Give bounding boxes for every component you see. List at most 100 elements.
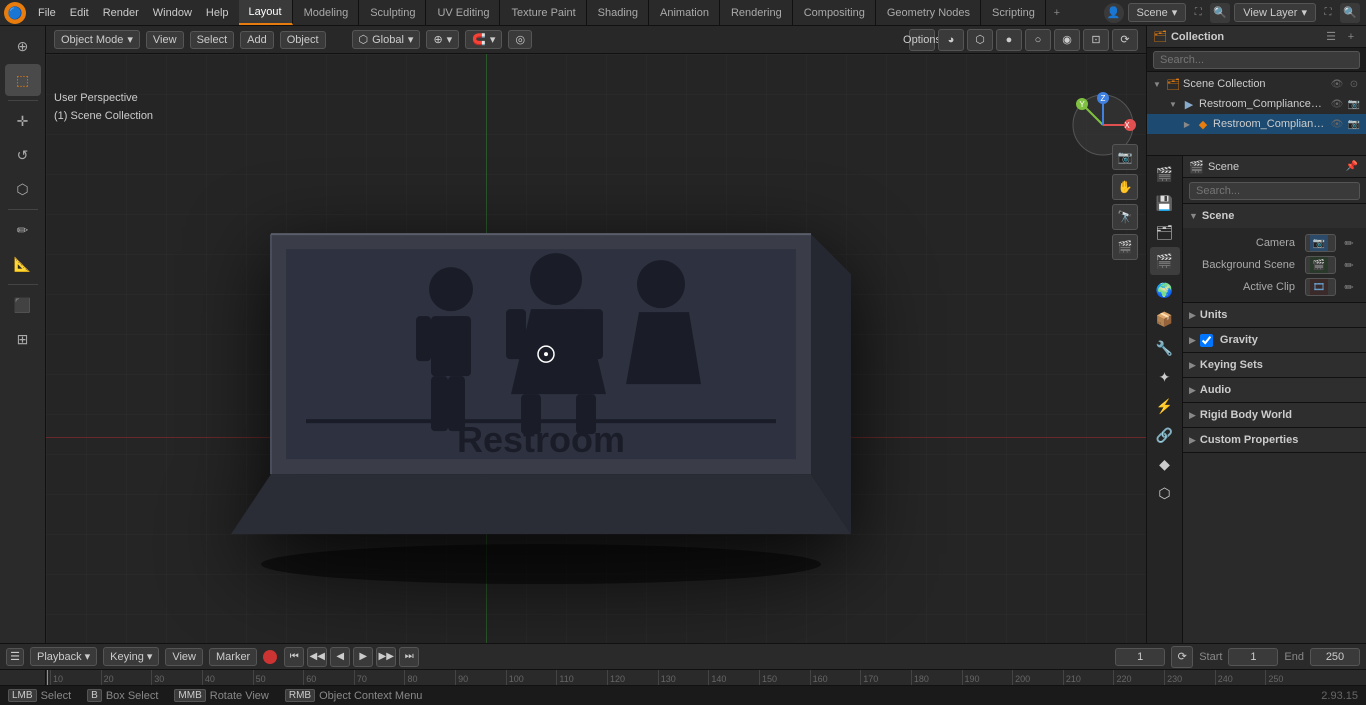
outliner-search-input[interactable] [1153, 51, 1360, 69]
menu-file[interactable]: File [32, 5, 62, 21]
tab-compositing[interactable]: Compositing [794, 0, 876, 25]
scene-collection-select[interactable]: ⊙ [1346, 76, 1362, 92]
playback-sync-icon[interactable]: ⟳ [1171, 646, 1193, 668]
viewport-pan-icon[interactable]: ✋ [1112, 174, 1138, 200]
select-tool[interactable]: ⬚ [5, 64, 41, 96]
props-tab-data[interactable]: ◆ [1150, 450, 1180, 478]
props-tab-world[interactable]: 🌍 [1150, 276, 1180, 304]
options-button[interactable]: Options [909, 29, 935, 51]
breadcrumb-pin-icon[interactable]: 📌 [1344, 159, 1360, 175]
viewport-camera2-icon[interactable]: 🎬 [1112, 234, 1138, 260]
props-tab-material[interactable]: ⬡ [1150, 479, 1180, 507]
timeline-menu-btn[interactable]: ☰ [6, 648, 24, 666]
scale-tool[interactable]: ⬡ [5, 173, 41, 205]
camera-value[interactable]: 📷 [1305, 234, 1336, 252]
gravity-section-header[interactable]: ▶ Gravity [1183, 328, 1366, 352]
add-tool[interactable]: ⊞ [5, 323, 41, 355]
viewport-area[interactable]: Object Mode ▾ View Select Add Object ⬡ G… [46, 26, 1146, 643]
view-menu-timeline[interactable]: View [165, 648, 203, 666]
end-frame-input[interactable] [1310, 648, 1360, 666]
keying-menu[interactable]: Keying ▾ [103, 647, 159, 666]
record-button[interactable] [263, 650, 277, 664]
tab-scripting[interactable]: Scripting [982, 0, 1046, 25]
select-menu[interactable]: Select [190, 31, 235, 49]
gravity-checkbox[interactable] [1200, 334, 1213, 347]
menu-render[interactable]: Render [97, 5, 145, 21]
viewport-shading-wire[interactable]: ⬡ [967, 29, 993, 51]
rotate-tool[interactable]: ↺ [5, 139, 41, 171]
tab-sculpting[interactable]: Sculpting [360, 0, 426, 25]
sign-visibility[interactable]: 👁 [1329, 96, 1345, 112]
viewport-shading-rendered[interactable]: ● [996, 29, 1022, 51]
active-clip-edit-icon[interactable]: ✏ [1340, 278, 1358, 296]
engine-selector[interactable]: Scene ▾ [1128, 3, 1187, 22]
props-tab-particles[interactable]: ✦ [1150, 363, 1180, 391]
tab-modeling[interactable]: Modeling [294, 0, 360, 25]
transform-tool[interactable]: ✛ [5, 105, 41, 137]
outliner-item-compliance[interactable]: ▶ ◆ Restroom_Compliance_S 👁 📷 [1147, 114, 1366, 134]
overlay-toggle[interactable]: ◉ [1054, 29, 1080, 51]
audio-section-header[interactable]: ▶ Audio [1183, 378, 1366, 402]
background-scene-value[interactable]: 🎬 [1305, 256, 1336, 274]
viewport-shading-solid[interactable]: ◕ [938, 29, 964, 51]
props-tab-render[interactable]: 🎬 [1150, 160, 1180, 188]
cursor-tool[interactable]: ⊕ [5, 30, 41, 62]
props-tab-modifier[interactable]: 🔧 [1150, 334, 1180, 362]
user-icon[interactable]: 👤 [1104, 3, 1124, 23]
next-frame-button[interactable]: ▶▶ [376, 647, 396, 667]
pivot-selector[interactable]: ⊕ ▾ [426, 30, 459, 49]
prev-frame-button[interactable]: ◀ [330, 647, 350, 667]
xray-toggle[interactable]: ⊡ [1083, 29, 1109, 51]
props-tab-physics[interactable]: ⚡ [1150, 392, 1180, 420]
measure-tool[interactable]: 📐 [5, 248, 41, 280]
snap-selector[interactable]: 🧲 ▾ [465, 30, 502, 49]
jump-to-end-button[interactable]: ⏭ [399, 647, 419, 667]
view-layer-selector[interactable]: View Layer ▾ [1234, 3, 1316, 22]
scene-section-header[interactable]: ▼ Scene [1183, 204, 1366, 228]
fullscreen-icon[interactable]: ⛶ [1190, 5, 1206, 21]
tab-geometry-nodes[interactable]: Geometry Nodes [877, 0, 981, 25]
object-mode-selector[interactable]: Object Mode ▾ [54, 30, 140, 49]
add-workspace-button[interactable]: + [1047, 3, 1067, 23]
viewport-shading-material[interactable]: ○ [1025, 29, 1051, 51]
tab-texture-paint[interactable]: Texture Paint [501, 0, 586, 25]
gizmo-toggle[interactable]: ⟳ [1112, 29, 1138, 51]
outliner-item-sign[interactable]: ▼ ▶ Restroom_Compliance_Sign_ 👁 📷 [1147, 94, 1366, 114]
search-header-button[interactable]: 🔍 [1210, 3, 1230, 23]
props-tab-constraints[interactable]: 🔗 [1150, 421, 1180, 449]
menu-help[interactable]: Help [200, 5, 235, 21]
jump-to-start-button[interactable]: ⏮ [284, 647, 304, 667]
active-clip-value[interactable]: 🎞 [1305, 278, 1336, 296]
menu-edit[interactable]: Edit [64, 5, 95, 21]
start-frame-input[interactable] [1228, 648, 1278, 666]
current-frame-input[interactable] [1115, 648, 1165, 666]
blender-logo[interactable]: 🔵 [4, 2, 26, 24]
keying-sets-header[interactable]: ▶ Keying Sets [1183, 353, 1366, 377]
tab-shading[interactable]: Shading [588, 0, 649, 25]
view-menu[interactable]: View [146, 31, 184, 49]
outliner-add-icon[interactable]: + [1342, 28, 1360, 46]
sign-render[interactable]: 📷 [1346, 96, 1362, 112]
ruler-bar[interactable]: 1020304050607080901001101201301401501601… [0, 669, 1366, 685]
viewport-zoom-icon[interactable]: 🔭 [1112, 204, 1138, 230]
props-tab-object[interactable]: 📦 [1150, 305, 1180, 333]
outliner-item-scene-collection[interactable]: ▼ 🗂 Scene Collection 👁 ⊙ [1147, 74, 1366, 94]
props-tab-view-layer[interactable]: 🗂 [1150, 218, 1180, 246]
viewport-canvas[interactable]: User Perspective (1) Scene Collection [46, 54, 1146, 643]
custom-props-header[interactable]: ▶ Custom Properties [1183, 428, 1366, 452]
background-scene-edit-icon[interactable]: ✏ [1340, 256, 1358, 274]
outliner-filter-icon[interactable]: ☰ [1322, 28, 1340, 46]
add-cube-tool[interactable]: ⬛ [5, 289, 41, 321]
playback-menu[interactable]: Playback ▾ [30, 647, 97, 666]
transform-selector[interactable]: ⬡ Global ▾ [352, 30, 421, 49]
marker-menu[interactable]: Marker [209, 648, 257, 666]
menu-window[interactable]: Window [147, 5, 198, 21]
scene-collection-visibility[interactable]: 👁 [1329, 76, 1345, 92]
prev-keyframe-button[interactable]: ◀◀ [307, 647, 327, 667]
tab-uv-editing[interactable]: UV Editing [427, 0, 500, 25]
annotate-tool[interactable]: ✏ [5, 214, 41, 246]
add-menu[interactable]: Add [240, 31, 274, 49]
tab-layout[interactable]: Layout [239, 0, 293, 25]
proportional-selector[interactable]: ◎ [508, 30, 532, 49]
tab-animation[interactable]: Animation [650, 0, 720, 25]
